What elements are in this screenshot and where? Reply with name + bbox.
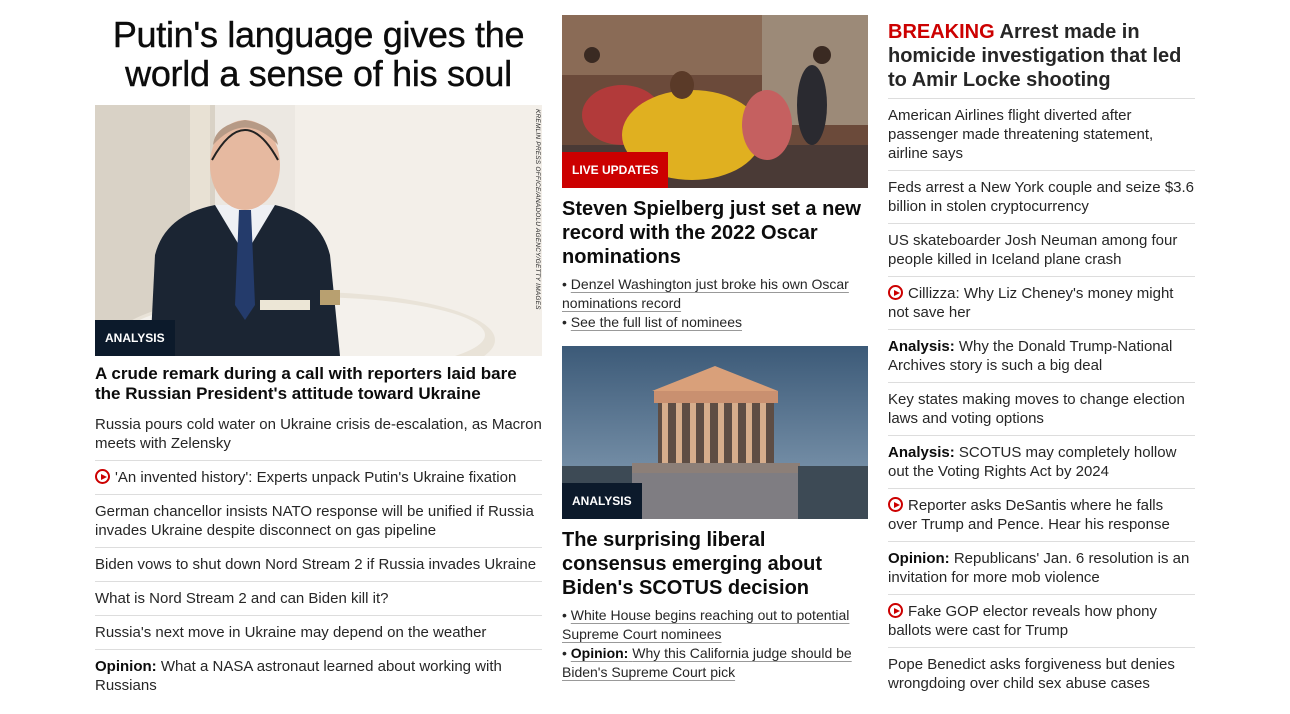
opinion-prefix: Opinion: bbox=[95, 658, 157, 675]
list-item[interactable]: German chancellor insists NATO response … bbox=[95, 495, 542, 548]
oscars-photo-link[interactable]: LIVE UPDATES bbox=[562, 15, 868, 188]
related-stories-list: Russia pours cold water on Ukraine crisi… bbox=[95, 408, 542, 702]
bullet-item[interactable]: • Opinion: Why this California judge sho… bbox=[562, 644, 868, 682]
breaking-tag: BREAKING bbox=[888, 21, 995, 43]
list-item[interactable]: Opinion: What a NASA astronaut learned a… bbox=[95, 650, 542, 702]
opinion-prefix: Opinion: bbox=[570, 645, 629, 661]
list-item[interactable]: Analysis: SCOTUS may completely hollow o… bbox=[888, 436, 1195, 489]
latest-news-list: American Airlines flight diverted after … bbox=[888, 99, 1195, 700]
video-play-icon bbox=[888, 285, 903, 300]
list-item-text: 'An invented history': Experts unpack Pu… bbox=[115, 469, 517, 486]
putin-photo bbox=[95, 105, 542, 356]
list-item[interactable]: Russia's next move in Ukraine may depend… bbox=[95, 616, 542, 650]
analysis-prefix: Analysis: bbox=[888, 444, 955, 461]
list-item[interactable]: Analysis: Why the Donald Trump-National … bbox=[888, 330, 1195, 383]
opinion-prefix: Opinion: bbox=[888, 550, 950, 567]
list-item[interactable]: Reporter asks DeSantis where he falls ov… bbox=[888, 489, 1195, 542]
list-item[interactable]: Key states making moves to change electi… bbox=[888, 383, 1195, 436]
photo-credit: KREMLIN PRESS OFFICE/ANADOLU AGENCY/GETT… bbox=[534, 109, 541, 310]
list-item-text: Key states making moves to change electi… bbox=[888, 391, 1185, 427]
list-item-text: What is Nord Stream 2 and can Biden kill… bbox=[95, 590, 389, 607]
bullet-item[interactable]: • See the full list of nominees bbox=[562, 313, 868, 332]
list-item[interactable]: Russia pours cold water on Ukraine crisi… bbox=[95, 408, 542, 461]
bullet-item[interactable]: • White House begins reaching out to pot… bbox=[562, 606, 868, 644]
list-item-text: Pope Benedict asks forgiveness but denie… bbox=[888, 656, 1175, 692]
scotus-bullets: • White House begins reaching out to pot… bbox=[562, 606, 868, 682]
bullet-item[interactable]: • Denzel Washington just broke his own O… bbox=[562, 275, 868, 313]
hero-headline-link[interactable]: Putin's language gives the world a sense… bbox=[95, 15, 542, 93]
breaking-headline-link[interactable]: BREAKING Arrest made in homicide investi… bbox=[888, 20, 1195, 99]
lead-headline-link[interactable]: A crude remark during a call with report… bbox=[95, 364, 542, 408]
bullet-link[interactable]: Denzel Washington just broke his own Osc… bbox=[562, 276, 849, 311]
scotus-headline-link[interactable]: The surprising liberal consensus emergin… bbox=[562, 528, 868, 600]
list-item[interactable]: Feds arrest a New York couple and seize … bbox=[888, 171, 1195, 224]
list-item-text: German chancellor insists NATO response … bbox=[95, 503, 534, 539]
list-item[interactable]: Opinion: Republicans' Jan. 6 resolution … bbox=[888, 542, 1195, 595]
list-item-text: Feds arrest a New York couple and seize … bbox=[888, 179, 1195, 215]
list-item-text: Biden vows to shut down Nord Stream 2 if… bbox=[95, 556, 537, 573]
scotus-photo-link[interactable]: ANALYSIS bbox=[562, 346, 868, 519]
list-item-text: Reporter asks DeSantis where he falls ov… bbox=[888, 497, 1170, 533]
list-item[interactable]: Pope Benedict asks forgiveness but denie… bbox=[888, 648, 1195, 700]
live-updates-badge: LIVE UPDATES bbox=[562, 152, 669, 188]
secondary-stories-column: LIVE UPDATES Steven Spielberg just set a… bbox=[562, 15, 868, 682]
bullet-link[interactable]: White House begins reaching out to poten… bbox=[562, 607, 849, 642]
list-item-text: Fake GOP elector reveals how phony ballo… bbox=[888, 603, 1158, 639]
list-item[interactable]: Fake GOP elector reveals how phony ballo… bbox=[888, 595, 1195, 648]
top-story-column: Putin's language gives the world a sense… bbox=[95, 15, 542, 702]
list-item[interactable]: American Airlines flight diverted after … bbox=[888, 99, 1195, 171]
putin-photo-link[interactable]: KREMLIN PRESS OFFICE/ANADOLU AGENCY/GETT… bbox=[95, 105, 542, 356]
list-item-text: US skateboarder Josh Neuman among four p… bbox=[888, 232, 1178, 268]
list-item[interactable]: US skateboarder Josh Neuman among four p… bbox=[888, 224, 1195, 277]
list-item[interactable]: Biden vows to shut down Nord Stream 2 if… bbox=[95, 548, 542, 582]
oscars-headline-link[interactable]: Steven Spielberg just set a new record w… bbox=[562, 197, 868, 269]
latest-news-column: BREAKING Arrest made in homicide investi… bbox=[888, 15, 1195, 700]
list-item[interactable]: Cillizza: Why Liz Cheney's money might n… bbox=[888, 277, 1195, 330]
analysis-prefix: Analysis: bbox=[888, 338, 955, 355]
bullet-link[interactable]: Opinion: Why this California judge shoul… bbox=[562, 645, 852, 680]
list-item-text: What a NASA astronaut learned about work… bbox=[95, 658, 502, 694]
list-item-text: Russia pours cold water on Ukraine crisi… bbox=[95, 416, 542, 452]
oscars-bullets: • Denzel Washington just broke his own O… bbox=[562, 275, 868, 332]
list-item-text: Cillizza: Why Liz Cheney's money might n… bbox=[888, 285, 1174, 321]
list-item[interactable]: What is Nord Stream 2 and can Biden kill… bbox=[95, 582, 542, 616]
list-item-text: American Airlines flight diverted after … bbox=[888, 107, 1154, 162]
video-play-icon bbox=[95, 469, 110, 484]
analysis-badge: ANALYSIS bbox=[95, 320, 175, 356]
video-play-icon bbox=[888, 497, 903, 512]
bullet-link[interactable]: See the full list of nominees bbox=[571, 314, 742, 330]
analysis-badge: ANALYSIS bbox=[562, 483, 642, 519]
list-item[interactable]: 'An invented history': Experts unpack Pu… bbox=[95, 461, 542, 495]
video-play-icon bbox=[888, 603, 903, 618]
list-item-text: Russia's next move in Ukraine may depend… bbox=[95, 624, 487, 641]
